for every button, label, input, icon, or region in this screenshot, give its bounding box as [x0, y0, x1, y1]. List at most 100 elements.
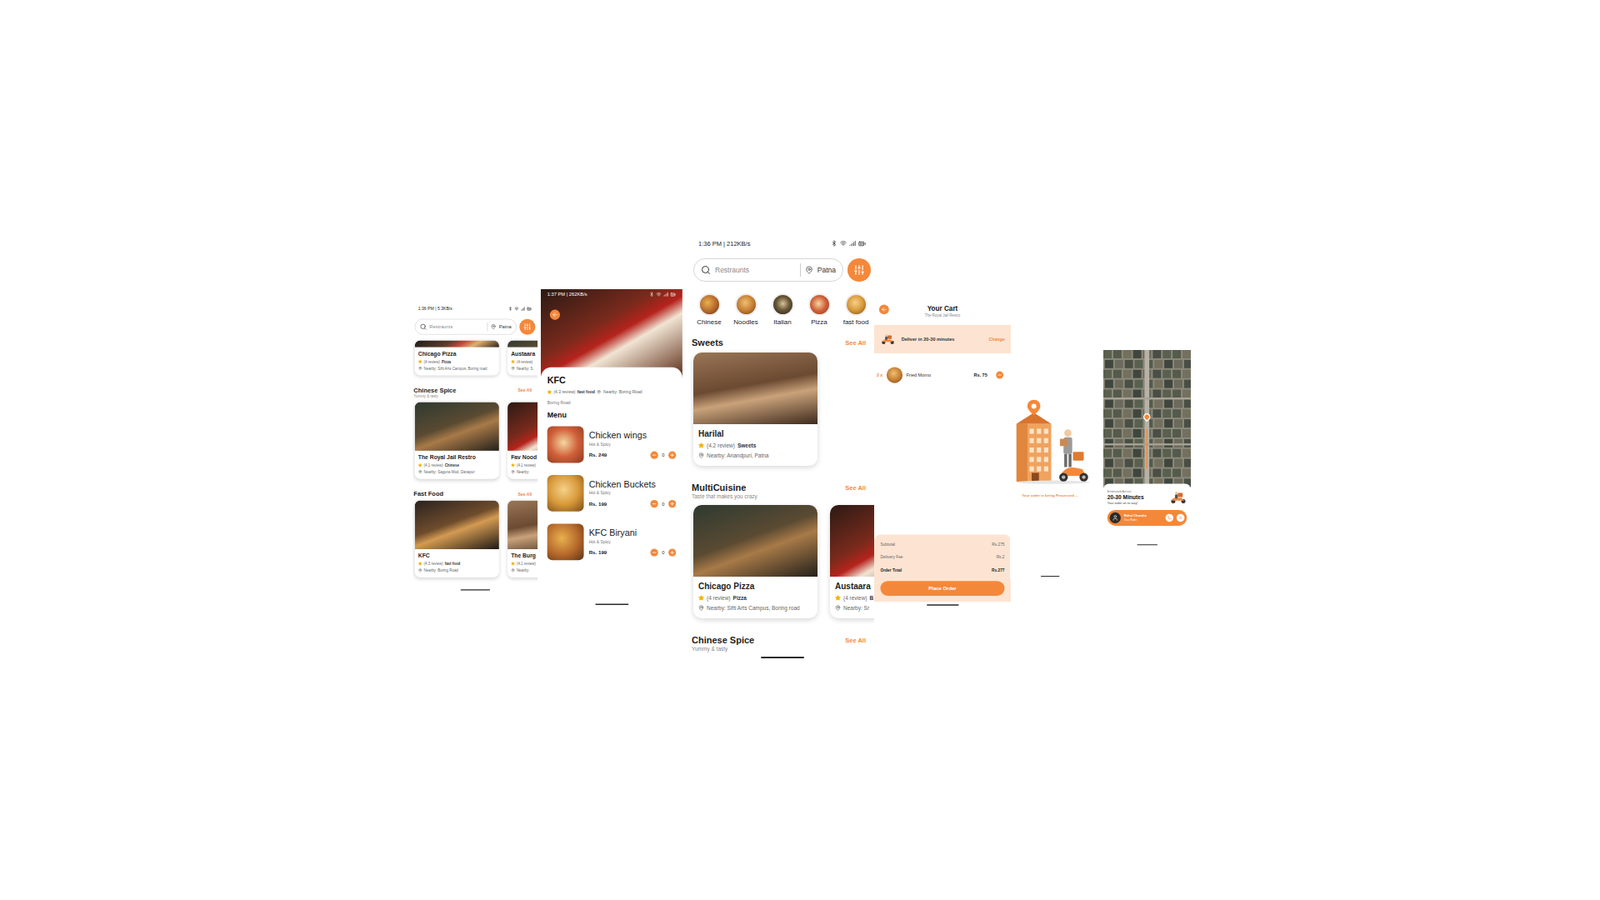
rating-row: (4.2 review)Sweets — [698, 441, 813, 450]
summary-label: Order Total — [880, 568, 902, 573]
restaurant-name: Fav Nood — [510, 454, 538, 461]
wifi-icon — [514, 306, 519, 311]
location-row: Nearby: — [510, 469, 538, 475]
item-price: Rs. 199 — [589, 550, 608, 556]
back-button[interactable] — [879, 304, 890, 315]
card-body: Fav Nood(4.1 review)Nearby: — [507, 450, 538, 480]
restaurant-card[interactable]: Chicago Pizza(4 review)PizzaNearby: Sift… — [415, 340, 500, 375]
card-row: Chicago Pizza (4 review)Pizza Nearby: Sift… — [690, 500, 875, 624]
pin-icon — [510, 470, 515, 475]
filter-button[interactable] — [519, 319, 535, 335]
section-header: Fast Food See All — [412, 490, 538, 497]
category-item[interactable]: Pizza — [800, 293, 838, 326]
see-all-link[interactable]: See All — [517, 490, 532, 496]
category-photo — [771, 293, 795, 316]
restaurant-card[interactable]: Fav Nood(4.1 review)Nearby: — [507, 401, 538, 479]
increment-button[interactable] — [668, 451, 676, 460]
rating-text: (4.3 review) — [424, 560, 444, 566]
filter-icon — [853, 264, 865, 276]
decrement-button[interactable] — [995, 371, 1004, 380]
restaurant-name: Chicago Pizza — [698, 581, 813, 592]
eta-note: Your order on its way! — [1107, 501, 1145, 505]
quantity-stepper: 0 — [650, 548, 676, 556]
divider — [486, 322, 488, 332]
restaurant-card[interactable]: KFC(4.3 review)fast foodNearby: Boring R… — [415, 500, 500, 578]
close-button[interactable] — [1176, 514, 1185, 523]
menu-heading: Menu — [547, 410, 677, 419]
summary-value: Rs.2 — [996, 555, 1005, 560]
restaurant-card[interactable]: Austaara(4 review)Nearby: S — [507, 340, 538, 375]
search-field[interactable]: RestrauntsPatna — [415, 319, 517, 335]
home-screen: 1:36 PM | 212KB/s RestrauntsPatna Chinese N… — [690, 236, 875, 664]
see-all-link[interactable]: See All — [845, 484, 866, 492]
item-name: Chicken wings — [589, 430, 677, 440]
location-selector[interactable]: Patna — [817, 265, 836, 275]
food-photo — [547, 475, 585, 512]
pin-icon — [698, 605, 705, 611]
category-item[interactable]: Chinese — [690, 293, 728, 326]
star-icon — [510, 360, 515, 365]
rating-text: (4 review) — [706, 594, 731, 602]
home-indicator — [1040, 575, 1060, 577]
call-button[interactable] — [1165, 514, 1175, 523]
eta-value: 20-30 Minutes — [1107, 494, 1145, 501]
menu-item: Chicken wingsHot & SpicyRs. 2490 — [547, 426, 677, 464]
search-icon — [420, 323, 427, 330]
category-item[interactable]: Noodles — [727, 293, 765, 326]
restaurant-card[interactable]: The Royal Jail Restro(4.1 review)Chinese… — [415, 401, 500, 479]
increment-button[interactable] — [668, 548, 676, 556]
category-item[interactable]: Italian — [764, 293, 801, 326]
category-text: Pizza — [441, 359, 451, 365]
decrement-button[interactable] — [650, 500, 658, 508]
rating-text: (4.2 review) — [706, 441, 735, 450]
home-indicator — [1136, 544, 1158, 545]
restaurant-name: Austaara — [835, 581, 875, 592]
signal-icon — [663, 291, 669, 297]
showcase-canvas: 1:36 PM | 5.3KB/sRestrauntsPatnaChicago … — [0, 0, 1600, 900]
location-text: Nearby: Saguna Mod, Danapur — [424, 469, 475, 475]
minus-icon — [651, 452, 657, 458]
rating-text: (4.1 review) — [516, 462, 536, 468]
filter-button[interactable] — [847, 258, 871, 282]
rating-row: (4.1 review) — [510, 560, 538, 566]
rating-row: (4 review)Pizza — [698, 594, 813, 602]
place-order-button[interactable]: Place Order — [880, 580, 1005, 596]
see-all-link[interactable]: See All — [845, 339, 866, 347]
restaurant-photo — [830, 505, 875, 577]
address-text: Boring Road — [547, 400, 677, 405]
location-row: Nearby: Sifti Arts Campus, Boring road — [698, 604, 813, 612]
decrement-button[interactable] — [650, 548, 658, 556]
category-label: Noodles — [733, 318, 758, 326]
see-all-link[interactable]: See All — [517, 387, 532, 393]
section-title: Fast Food — [413, 490, 444, 497]
status-time: 1:36 PM | 212KB/s — [698, 240, 750, 248]
divider — [800, 263, 801, 277]
restaurant-card[interactable]: Austaara(4 review)BNearby: Sr — [830, 505, 875, 619]
restaurant-name: KFC — [547, 375, 677, 385]
location-row: Nearby: Boring Road — [418, 567, 496, 573]
category-item[interactable]: fast food — [837, 293, 875, 326]
restaurant-name: Harilal — [698, 429, 813, 440]
restaurant-card[interactable]: Harilal(4.2 review)SweetsNearby: Anandpu… — [693, 352, 818, 466]
item-price: Rs. 75 — [973, 372, 987, 379]
item-description: Hot & Spicy — [589, 490, 677, 495]
category-row: Chinese Noodles Italian Pizza fast food — [690, 293, 875, 326]
restaurant-card[interactable]: The Burg(4.1 review)Nearby: — [507, 500, 538, 578]
back-button[interactable] — [550, 310, 560, 320]
restaurant-photo — [693, 352, 818, 425]
restaurant-card[interactable]: Chicago Pizza (4 review)Pizza Nearby: Sift… — [693, 505, 818, 619]
plus-icon — [670, 452, 675, 458]
rider-role: Your Rider — [1124, 518, 1163, 521]
search-field[interactable]: RestrauntsPatna — [693, 258, 844, 282]
pin-icon — [418, 366, 423, 371]
category-label: Pizza — [810, 318, 828, 326]
pin-icon — [510, 568, 515, 573]
quantity: 0 — [661, 550, 665, 556]
change-link[interactable]: Change — [989, 336, 1005, 341]
increment-button[interactable] — [668, 500, 676, 508]
location-selector[interactable]: Patna — [499, 324, 512, 330]
see-all-link[interactable]: See All — [845, 636, 866, 645]
rider-scooter-icon — [1169, 490, 1187, 505]
decrement-button[interactable] — [650, 451, 658, 460]
signal-icon — [520, 306, 525, 311]
